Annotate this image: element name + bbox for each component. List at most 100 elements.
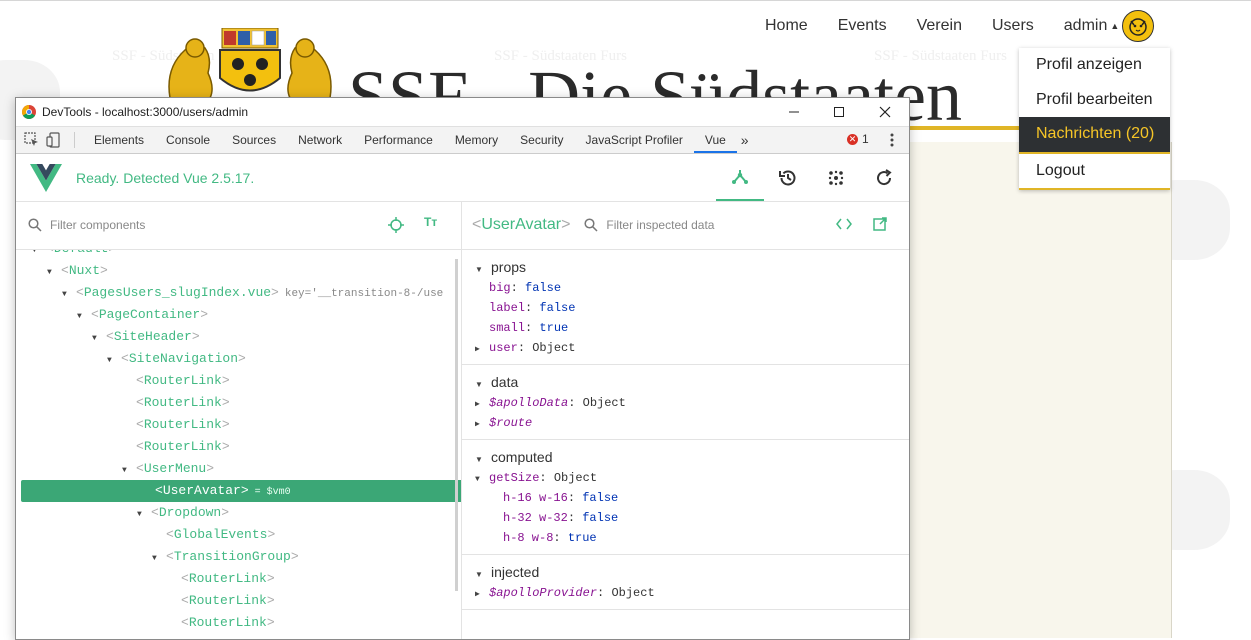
tree-node-selected[interactable]: <UserAvatar> = $vm0 — [21, 480, 461, 502]
data-property: label: false — [489, 301, 576, 315]
tab-network[interactable]: Network — [287, 127, 353, 153]
minimize-button[interactable] — [771, 98, 817, 126]
property-key: h-16 w-16 — [503, 491, 568, 505]
tab-sources[interactable]: Sources — [221, 127, 287, 153]
expand-arrow-icon[interactable]: ▼ — [137, 504, 151, 526]
tree-node[interactable]: <GlobalEvents> — [152, 524, 275, 546]
expand-arrow-icon[interactable]: ▼ — [47, 262, 61, 284]
tab-elements[interactable]: Elements — [83, 127, 155, 153]
components-tab-button[interactable] — [716, 154, 764, 201]
section-title[interactable]: ▼ props — [462, 256, 909, 278]
expand-arrow-icon[interactable]: ▶ — [475, 340, 489, 360]
tab-vue[interactable]: Vue — [693, 127, 737, 153]
error-counter[interactable]: ✕ 1 — [847, 132, 869, 146]
open-in-editor-icon[interactable] — [873, 217, 887, 231]
data-property: h-8 w-8: true — [503, 531, 597, 545]
property-value: true — [539, 321, 569, 335]
inspected-component-name: <UserAvatar> — [472, 216, 571, 233]
section-title[interactable]: ▼ injected — [462, 561, 909, 583]
top-border — [0, 0, 1251, 1]
nav-home[interactable]: Home — [765, 17, 808, 35]
nav-verein[interactable]: Verein — [917, 17, 962, 35]
component-name: GlobalEvents — [173, 527, 268, 542]
tree-node[interactable]: ▼<Default> — [32, 250, 116, 260]
data-property[interactable]: ▼ getSize: Object — [462, 468, 909, 488]
expand-arrow-icon[interactable]: ▼ — [107, 350, 121, 372]
tree-node[interactable]: ▼ <TransitionGroup> — [152, 546, 299, 568]
data-property[interactable]: ▶ user: Object — [462, 338, 909, 358]
maximize-button[interactable] — [816, 98, 862, 126]
inspect-element-button[interactable] — [22, 130, 42, 150]
expand-arrow-icon[interactable]: ▼ — [92, 328, 106, 350]
section-label: data — [491, 374, 519, 390]
tab-memory[interactable]: Memory — [444, 127, 509, 153]
tab-console[interactable]: Console — [155, 127, 221, 153]
user-menu-toggle[interactable]: admin ▲ — [1064, 10, 1155, 42]
more-tabs-button[interactable]: » — [737, 132, 753, 148]
data-property[interactable]: ▶ $apolloData: Object — [462, 393, 909, 413]
user-avatar[interactable] — [1122, 10, 1155, 42]
code-brackets-icon[interactable] — [836, 217, 852, 231]
tree-scrollbar[interactable] — [455, 259, 458, 591]
tree-node[interactable]: <RouterLink> — [122, 436, 230, 458]
refresh-button[interactable] — [860, 154, 908, 201]
expand-arrow-icon[interactable]: ▼ — [475, 470, 489, 490]
tree-node[interactable]: ▼ <Dropdown> — [137, 502, 229, 524]
expand-arrow-icon[interactable]: ▼ — [32, 250, 46, 262]
tree-node[interactable]: ▼ <SiteHeader> — [92, 326, 200, 348]
section-title[interactable]: ▼ computed — [462, 446, 909, 468]
data-property: big: false — [489, 281, 562, 295]
device-toolbar-button[interactable] — [44, 130, 64, 150]
expand-arrow-icon[interactable]: ▼ — [122, 460, 136, 482]
tree-node[interactable]: ▼ <UserMenu> — [122, 458, 214, 480]
content-panel — [908, 142, 1172, 638]
tree-node[interactable]: <RouterLink> — [122, 414, 230, 436]
window-titlebar[interactable]: DevTools - localhost:3000/users/admin — [16, 98, 909, 126]
select-component-target-icon[interactable] — [388, 217, 404, 233]
nav-events[interactable]: Events — [838, 17, 887, 35]
expand-arrow-icon[interactable]: ▶ — [475, 585, 489, 605]
data-property[interactable]: ▶ $apolloProvider: Object — [462, 583, 909, 603]
component-name: RouterLink — [188, 593, 267, 608]
expand-arrow-icon[interactable]: ▶ — [475, 415, 489, 435]
component-filter-input[interactable] — [48, 217, 352, 233]
crest-logo-icon — [168, 28, 332, 98]
tab-javascript-profiler[interactable]: JavaScript Profiler — [575, 127, 694, 153]
user-menu-label: admin — [1063, 17, 1108, 34]
dropdown-item-profil-bearbeiten[interactable]: Profil bearbeiten — [1019, 83, 1170, 118]
property-key: $route — [489, 416, 533, 430]
tree-node[interactable]: <RouterLink> — [122, 370, 230, 392]
component-name: Nuxt — [68, 263, 101, 278]
section-label: computed — [491, 449, 553, 465]
format-names-button[interactable]: Tт — [424, 215, 437, 229]
dropdown-item-logout[interactable]: Logout — [1019, 154, 1170, 189]
tree-node[interactable]: ▼ <PageContainer> — [77, 304, 208, 326]
tree-node[interactable]: ▼ <PagesUsers_slugIndex.vue> key='__transi… — [62, 282, 443, 304]
events-dots-icon — [828, 170, 844, 185]
expand-arrow-icon[interactable]: ▼ — [62, 284, 76, 306]
tab-security[interactable]: Security — [509, 127, 574, 153]
close-button[interactable] — [862, 98, 908, 126]
expand-arrow-icon[interactable]: ▼ — [77, 306, 91, 328]
dropdown-item-nachrichten[interactable]: Nachrichten (20) — [1019, 117, 1170, 154]
component-name: RouterLink — [143, 373, 222, 388]
tree-node[interactable]: <RouterLink> — [167, 568, 275, 590]
property-value: Object — [582, 396, 626, 410]
expand-arrow-icon[interactable]: ▶ — [475, 395, 489, 415]
devtools-menu-button[interactable] — [884, 131, 900, 149]
vuex-history-button[interactable] — [764, 154, 812, 201]
events-button[interactable] — [812, 154, 860, 201]
tree-node[interactable]: ▼ <SiteNavigation> — [107, 348, 246, 370]
nav-users[interactable]: Users — [992, 17, 1034, 35]
tree-node[interactable]: <RouterLink> — [167, 612, 275, 634]
tree-node[interactable]: ▼ <Nuxt> — [47, 260, 108, 282]
expand-arrow-icon[interactable]: ▼ — [152, 548, 166, 570]
tree-node[interactable]: <RouterLink> — [167, 590, 275, 612]
tree-node[interactable]: <RouterLink> — [122, 392, 230, 414]
section-title[interactable]: ▼ data — [462, 371, 909, 393]
tab-performance[interactable]: Performance — [353, 127, 444, 153]
data-property[interactable]: ▶ $route — [462, 413, 909, 433]
dropdown-item-profil-anzeigen[interactable]: Profil anzeigen — [1019, 48, 1170, 83]
inspected-data-filter-input[interactable] — [604, 217, 809, 233]
property-value: false — [582, 511, 619, 525]
